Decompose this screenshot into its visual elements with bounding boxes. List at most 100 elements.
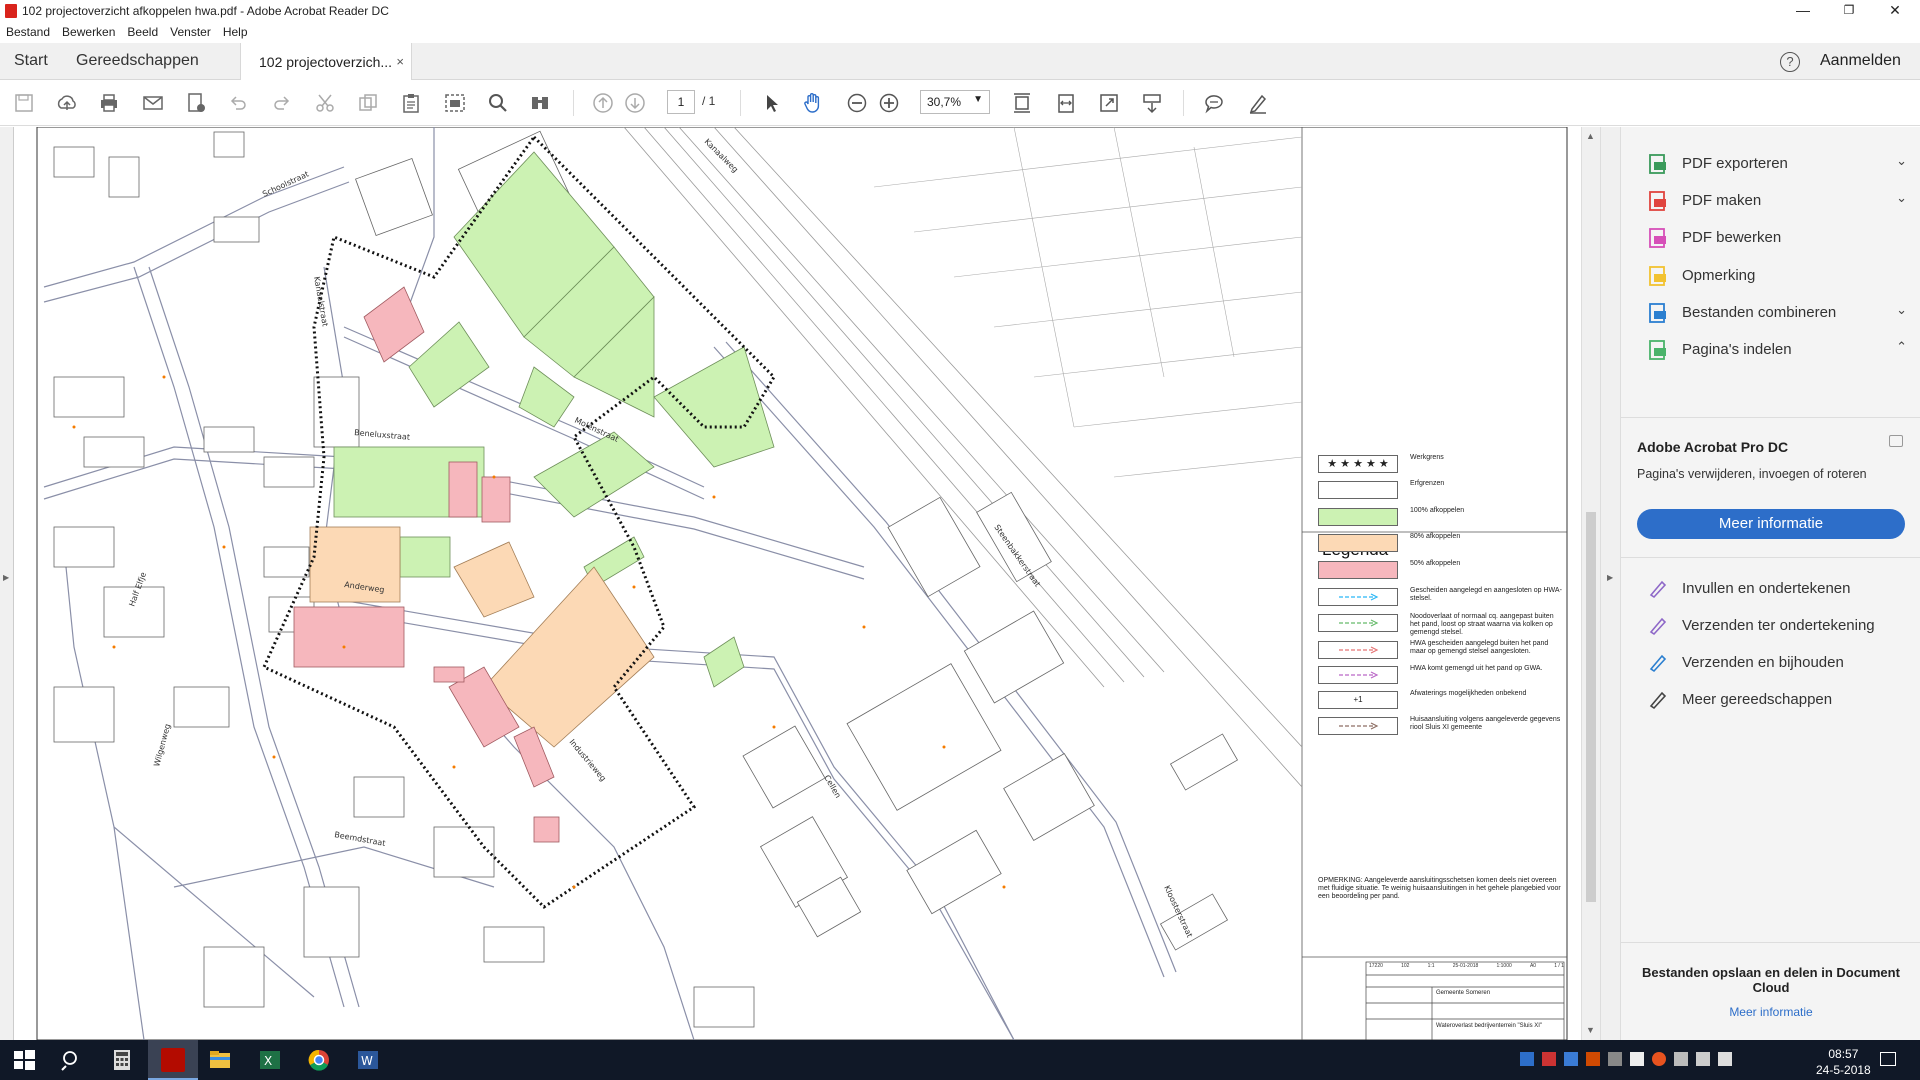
notifications-icon[interactable] (1880, 1052, 1896, 1066)
tool-item[interactable]: Opmerking (1647, 261, 1907, 291)
tray-app-icon[interactable] (1520, 1052, 1534, 1066)
sign-in-link[interactable]: Aanmelden (1820, 52, 1901, 70)
cut-icon[interactable] (313, 92, 337, 114)
page-number-input[interactable]: 1 (667, 90, 695, 114)
highlight-pen-icon[interactable] (1246, 92, 1270, 114)
doc-cloud-more-info-link[interactable]: Meer informatie (1637, 1005, 1905, 1019)
close-window-button[interactable]: ✕ (1872, 0, 1918, 22)
fit-width-icon[interactable] (1054, 92, 1078, 114)
next-page-icon[interactable] (623, 92, 647, 114)
title-block-row: 17220 102 1:1 25-01-2018 1:1000 A0 1 / 1 (1369, 963, 1564, 969)
menu-venster[interactable]: Venster (164, 22, 217, 39)
tool-item[interactable]: Verzenden ter ondertekening (1647, 611, 1907, 641)
more-info-button[interactable]: Meer informatie (1637, 509, 1905, 539)
tool-item[interactable]: Pagina's indelen ⌃ (1647, 335, 1907, 365)
tab-start[interactable]: Start (14, 52, 48, 70)
save-icon[interactable] (12, 92, 36, 114)
zoom-level-select[interactable]: 30,7% ▼ (920, 90, 990, 114)
print-icon[interactable] (97, 92, 121, 114)
volume-icon[interactable] (1718, 1052, 1732, 1066)
legend-row: Erfgrenzen (1318, 479, 1548, 501)
paste-icon[interactable] (399, 92, 423, 114)
street-label-cellen: Cellen (822, 774, 842, 800)
tool-item[interactable]: Invullen en ondertekenen (1647, 574, 1907, 604)
word-icon[interactable]: W (356, 1048, 380, 1072)
search-icon[interactable] (60, 1048, 84, 1072)
calculator-icon[interactable] (110, 1048, 134, 1072)
zoom-in-icon[interactable] (877, 92, 901, 114)
onedrive-icon[interactable] (1630, 1052, 1644, 1066)
tray-app-icon[interactable] (1564, 1052, 1578, 1066)
tray-app-icon[interactable] (1652, 1052, 1666, 1066)
menu-bestand[interactable]: Bestand (0, 22, 56, 39)
full-screen-icon[interactable] (1097, 92, 1121, 114)
document-check-icon[interactable] (184, 92, 208, 114)
tool-item[interactable]: Verzenden en bijhouden (1647, 648, 1907, 678)
tool-item[interactable]: Bestanden combineren ⌄ (1647, 298, 1907, 328)
window-title: 102 projectoverzicht afkoppelen hwa.pdf … (22, 4, 389, 18)
tool-item[interactable]: PDF exporteren ⌄ (1647, 149, 1907, 179)
street-label-beneluxstraat: Beneluxstraat (354, 428, 411, 442)
tool-label: Pagina's indelen (1682, 341, 1792, 358)
menu-beeld[interactable]: Beeld (121, 22, 164, 39)
legend-label: Werkgrens (1410, 454, 1444, 461)
legend-label: Erfgrenzen (1410, 480, 1445, 487)
menu-bewerken[interactable]: Bewerken (56, 22, 121, 39)
legend-swatch: ★ ★ ★ ★ ★ (1318, 455, 1398, 473)
pdf-export-icon (1649, 154, 1666, 174)
snapshot-icon[interactable] (443, 92, 467, 114)
email-icon[interactable] (141, 92, 165, 114)
chevron-icon[interactable]: ⌃ (1896, 339, 1907, 355)
tab-tools[interactable]: Gereedschappen (76, 52, 199, 70)
previous-page-icon[interactable] (591, 92, 615, 114)
zoom-out-icon[interactable] (845, 92, 869, 114)
taskbar-clock[interactable]: 08:57 24-5-2018 (1816, 1046, 1871, 1078)
excel-icon[interactable]: X (258, 1048, 282, 1072)
undo-icon[interactable] (226, 92, 250, 114)
tab-document[interactable]: 102 projectoverzich... × (240, 43, 412, 80)
maximize-button[interactable]: ❐ (1826, 0, 1872, 22)
windows-start-icon[interactable] (12, 1048, 36, 1072)
upload-cloud-icon[interactable] (55, 92, 79, 114)
minimize-button[interactable]: — (1780, 0, 1826, 22)
redo-icon[interactable] (270, 92, 294, 114)
file-explorer-icon[interactable] (208, 1048, 232, 1072)
tray-app-icon[interactable] (1586, 1052, 1600, 1066)
chevron-icon[interactable]: ⌄ (1896, 153, 1907, 169)
close-tab-icon[interactable]: × (396, 54, 404, 69)
copy-icon[interactable] (356, 92, 380, 114)
vertical-scrollbar[interactable]: ▲ ▼ (1581, 127, 1600, 1040)
hand-tool-icon[interactable] (801, 92, 825, 114)
advanced-search-icon[interactable] (528, 92, 552, 114)
legend-swatch (1318, 588, 1398, 606)
taskbar-acrobat-active[interactable] (148, 1040, 198, 1080)
scrollbar-thumb[interactable] (1586, 512, 1596, 902)
tool-label: PDF maken (1682, 192, 1762, 209)
more-tools-icon (1649, 691, 1667, 710)
system-tray-icons[interactable] (1520, 1052, 1740, 1068)
search-icon[interactable] (486, 92, 510, 114)
tray-app-icon[interactable] (1608, 1052, 1622, 1066)
scroll-down-icon[interactable]: ▼ (1586, 1025, 1595, 1035)
left-panel-toggle[interactable]: ▶ (0, 127, 14, 1040)
scroll-up-icon[interactable]: ▲ (1586, 131, 1595, 141)
chrome-icon[interactable] (307, 1048, 331, 1072)
pdf-page[interactable]: Schoolstraat Kanaalstraat Molenstraat Ka… (14, 127, 1581, 1040)
chevron-icon[interactable]: ⌄ (1896, 302, 1907, 318)
select-cursor-icon[interactable] (760, 92, 784, 114)
tool-item[interactable]: PDF maken ⌄ (1647, 186, 1907, 216)
comment-icon[interactable] (1202, 92, 1226, 114)
legend-row: 100% afkoppelen (1318, 506, 1548, 528)
right-panel-toggle[interactable]: ▶ (1600, 127, 1620, 1040)
dismiss-promo-icon[interactable] (1889, 435, 1903, 447)
tray-app-icon[interactable] (1674, 1052, 1688, 1066)
tray-app-icon[interactable] (1542, 1052, 1556, 1066)
scroll-mode-icon[interactable] (1140, 92, 1164, 114)
network-icon[interactable] (1696, 1052, 1710, 1066)
tool-item[interactable]: Meer gereedschappen (1647, 685, 1907, 715)
fit-page-icon[interactable] (1010, 92, 1034, 114)
menu-help[interactable]: Help (217, 22, 254, 39)
tool-item[interactable]: PDF bewerken (1647, 223, 1907, 253)
help-icon[interactable]: ? (1780, 52, 1800, 72)
chevron-icon[interactable]: ⌄ (1896, 190, 1907, 206)
